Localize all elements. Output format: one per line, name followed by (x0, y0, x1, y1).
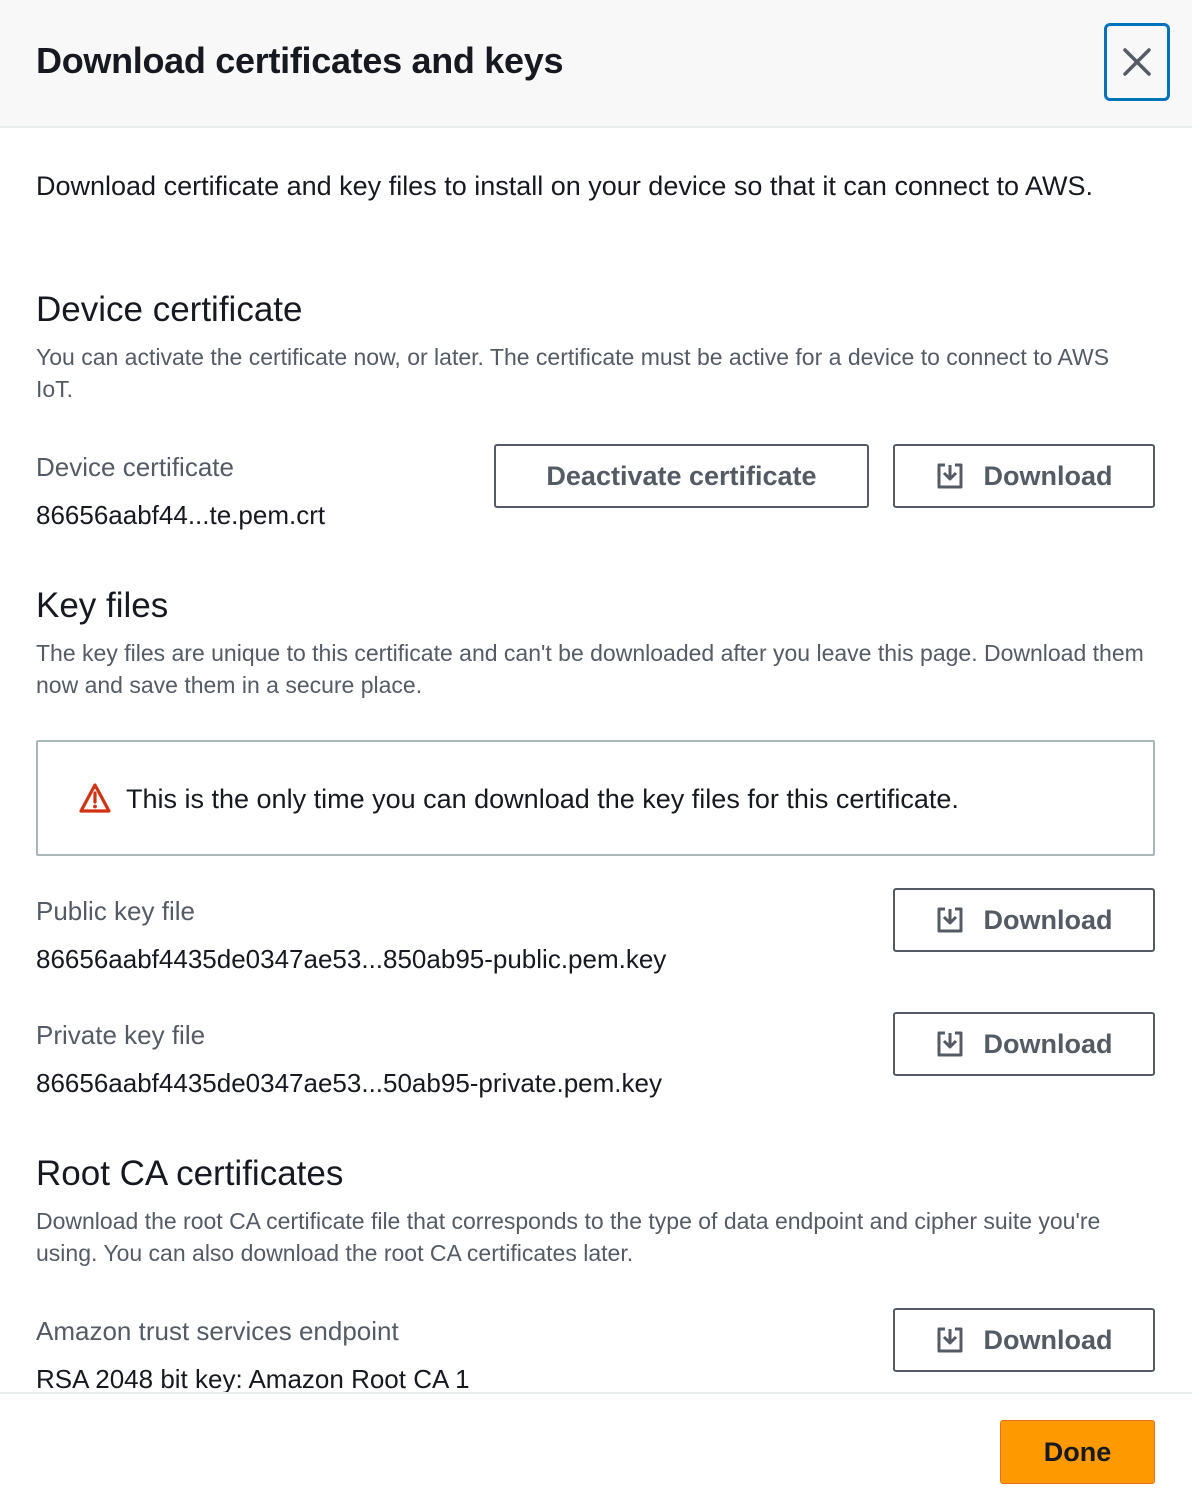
download-icon (936, 462, 964, 490)
device-certificate-heading: Device certificate (36, 290, 303, 329)
download-device-certificate-button[interactable]: Download (893, 444, 1155, 508)
private-key-filename: 86656aabf4435de0347ae53...50ab95-private… (36, 1068, 662, 1098)
amazon-trust-endpoint-label: Amazon trust services endpoint (36, 1316, 399, 1346)
done-label: Done (1043, 1436, 1112, 1467)
download-private-key-button[interactable]: Download (893, 1012, 1155, 1076)
device-certificate-filename: 86656aabf44...te.pem.crt (36, 500, 326, 530)
key-files-description: The key files are unique to this certifi… (36, 640, 1144, 698)
public-key-label: Public key file (36, 896, 195, 926)
modal-body: Download certificate and key files to in… (0, 130, 1192, 1392)
deactivate-certificate-button[interactable]: Deactivate certificate (494, 444, 869, 508)
download-public-key-button[interactable]: Download (893, 888, 1155, 952)
warning-text: This is the only time you can download t… (126, 784, 959, 814)
download-label: Download (983, 1028, 1113, 1059)
warning-icon (78, 782, 112, 819)
close-icon (1123, 48, 1151, 76)
device-certificate-label: Device certificate (36, 452, 234, 482)
close-button[interactable] (1104, 23, 1170, 101)
modal-header: Download certificates and keys (0, 0, 1192, 128)
intro-text: Download certificate and key files to in… (36, 171, 1094, 201)
private-key-label: Private key file (36, 1020, 206, 1050)
root-ca-heading: Root CA certificates (36, 1154, 344, 1193)
warning-alert: This is the only time you can download t… (36, 740, 1155, 856)
public-key-filename: 86656aabf4435de0347ae53...850ab95-public… (36, 944, 667, 974)
modal-footer: Done (0, 1392, 1192, 1494)
root-ca-value: RSA 2048 bit key: Amazon Root CA 1 (36, 1364, 470, 1392)
download-label: Download (983, 1324, 1113, 1355)
root-ca-description: Download the root CA certificate file th… (36, 1208, 1101, 1266)
deactivate-certificate-label: Deactivate certificate (546, 460, 817, 491)
key-files-heading: Key files (36, 586, 169, 625)
modal-title: Download certificates and keys (36, 40, 564, 81)
download-label: Download (983, 460, 1113, 491)
download-icon (936, 1326, 964, 1354)
download-icon (936, 906, 964, 934)
download-icon (936, 1030, 964, 1058)
download-root-ca-button[interactable]: Download (893, 1308, 1155, 1372)
download-label: Download (983, 904, 1113, 935)
device-certificate-description: You can activate the certificate now, or… (36, 344, 1110, 402)
done-button[interactable]: Done (1000, 1420, 1155, 1484)
